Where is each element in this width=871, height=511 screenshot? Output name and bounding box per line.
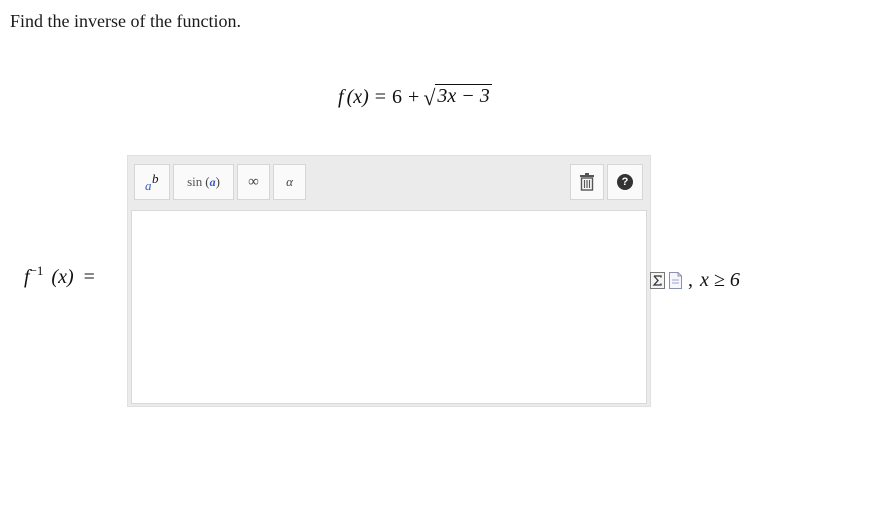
function-plus: +	[408, 86, 420, 108]
editor-toolbar: a b sin (a) ∞ α ?	[134, 164, 644, 202]
function-equals: =	[374, 86, 387, 108]
sum-icon[interactable]	[650, 272, 665, 289]
inverse-variable: (x)	[51, 266, 74, 288]
help-button[interactable]: ?	[607, 164, 643, 200]
clear-button[interactable]	[570, 164, 604, 200]
inverse-equals: =	[83, 266, 95, 288]
answer-domain: , x ≥ 6	[650, 269, 740, 292]
answer-input[interactable]	[131, 210, 647, 404]
function-variable: (x)	[346, 86, 369, 108]
function-definition: f (x) = 6 + √ 3x − 3	[338, 84, 492, 109]
function-name: f	[338, 86, 344, 108]
infinity-icon: ∞	[248, 173, 259, 190]
radicand: 3x − 3	[435, 84, 492, 107]
square-root: √ 3x − 3	[423, 84, 492, 110]
question-prompt: Find the inverse of the function.	[10, 11, 241, 31]
superscript-icon: a b	[145, 171, 159, 193]
infinity-button[interactable]: ∞	[237, 164, 270, 200]
alpha-button[interactable]: α	[273, 164, 306, 200]
function-constant: 6	[392, 86, 403, 108]
sin-button[interactable]: sin (a)	[173, 164, 234, 200]
question-panel: Find the inverse of the function. f (x) …	[0, 0, 871, 511]
document-icon[interactable]	[668, 272, 683, 289]
math-editor: a b sin (a) ∞ α ?	[127, 155, 651, 407]
domain-condition: x ≥ 6	[700, 269, 740, 291]
inverse-function-label: f−1 (x) =	[24, 263, 95, 289]
trash-icon	[580, 173, 594, 191]
sin-label: sin	[187, 174, 203, 189]
domain-separator: ,	[688, 269, 693, 291]
inverse-exponent: −1	[29, 263, 44, 278]
radical-icon: √	[423, 85, 436, 110]
help-icon: ?	[617, 174, 633, 190]
superscript-button[interactable]: a b	[134, 164, 170, 200]
inverse-function-name: f	[24, 266, 30, 288]
alpha-icon: α	[286, 174, 293, 189]
